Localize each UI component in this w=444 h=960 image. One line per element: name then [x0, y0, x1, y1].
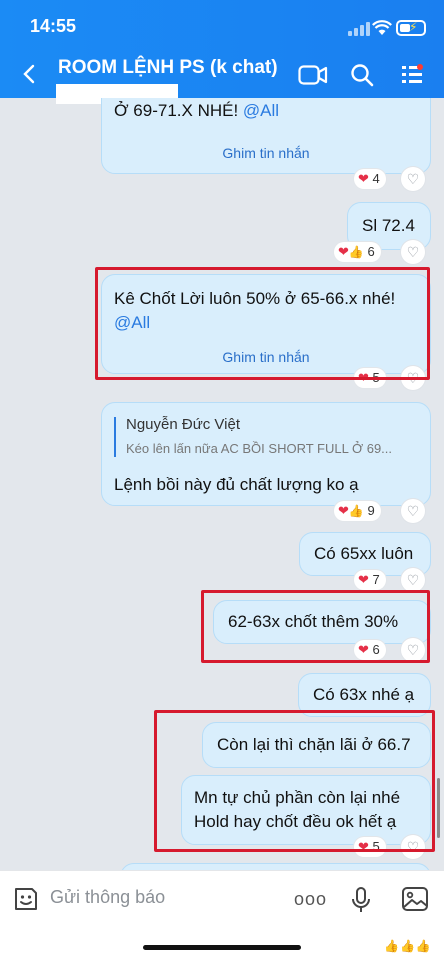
heart-outline-icon: ♡: [406, 502, 420, 519]
microphone-icon[interactable]: [350, 886, 372, 914]
message-bubble[interactable]: Ở 69-71.X NHÉ! @All Ghim tin nhắn: [101, 98, 431, 174]
message-bubble[interactable]: Nguyễn Đức Việt Kéo lên lấn nữa AC BỒI S…: [101, 402, 431, 506]
like-button[interactable]: ♡: [401, 568, 425, 592]
thumbs-up-icon: 👍: [348, 245, 364, 259]
scrollbar[interactable]: [437, 778, 440, 838]
message-text: Ở 69-71.X NHÉ!: [114, 101, 243, 120]
message-text: Có 63x nhé ạ: [313, 685, 415, 704]
heart-icon: ❤: [358, 171, 369, 186]
thumbs-up-icon: 👍: [348, 504, 364, 518]
message-text: Lệnh bồi này đủ chất lượng ko ạ: [114, 475, 359, 494]
home-indicator: [143, 945, 301, 950]
heart-outline-icon: ♡: [406, 571, 420, 588]
composer: Gửi thông báo ooo 👍👍👍: [0, 870, 444, 960]
message-text: Sl 72.4: [362, 216, 415, 235]
message-text: Có 65xx luôn: [314, 544, 414, 563]
image-icon[interactable]: [401, 886, 429, 912]
heart-icon: ❤: [338, 503, 349, 518]
highlight-box: [95, 267, 430, 380]
wifi-icon: [372, 20, 392, 35]
menu-icon[interactable]: [400, 64, 424, 86]
heart-icon: ❤: [338, 244, 349, 259]
heart-icon: ❤: [358, 572, 369, 587]
reaction-count[interactable]: ❤ 4: [354, 169, 386, 189]
search-icon[interactable]: [350, 63, 374, 87]
watermark-icon: 👍👍👍: [384, 939, 432, 953]
like-button[interactable]: ♡: [401, 240, 425, 264]
signal-icon: [348, 22, 370, 36]
like-button[interactable]: ♡: [401, 499, 425, 523]
sticker-icon[interactable]: [12, 885, 40, 913]
pin-message-link[interactable]: Ghim tin nhắn: [114, 141, 418, 165]
video-call-icon[interactable]: [298, 64, 328, 86]
nav-bar: ROOM LỆNH PS (k chat): [0, 52, 444, 104]
chat-title[interactable]: ROOM LỆNH PS (k chat): [58, 57, 278, 79]
mention-all[interactable]: @All: [243, 101, 279, 120]
status-time: 14:55: [30, 16, 77, 36]
heart-outline-icon: ♡: [406, 170, 420, 187]
more-icon[interactable]: ooo: [294, 889, 327, 910]
status-bar: 14:55 ⚡: [0, 14, 444, 42]
reaction-count[interactable]: ❤👍 9: [334, 501, 381, 521]
reaction-count[interactable]: ❤👍 6: [334, 242, 381, 262]
quote-text[interactable]: Kéo lên lấn nữa AC BỒI SHORT FULL Ở 69..…: [126, 437, 418, 461]
heart-outline-icon: ♡: [406, 243, 420, 260]
quote-bar: [114, 417, 116, 457]
chat-header: 14:55 ⚡ ROOM LỆNH PS (k chat): [0, 0, 444, 104]
like-button[interactable]: ♡: [401, 167, 425, 191]
quote-author: Nguyễn Đức Việt: [126, 416, 240, 433]
highlight-box: [201, 590, 430, 663]
message-input[interactable]: Gửi thông báo: [50, 887, 165, 908]
message-list[interactable]: Ở 69-71.X NHÉ! @All Ghim tin nhắn ❤ 4 ♡ …: [0, 98, 444, 870]
highlight-box: [154, 710, 435, 852]
reaction-count[interactable]: ❤ 7: [354, 570, 386, 590]
back-icon[interactable]: [20, 64, 40, 84]
message-bubble[interactable]: [120, 863, 431, 870]
battery-icon: ⚡: [396, 20, 426, 36]
